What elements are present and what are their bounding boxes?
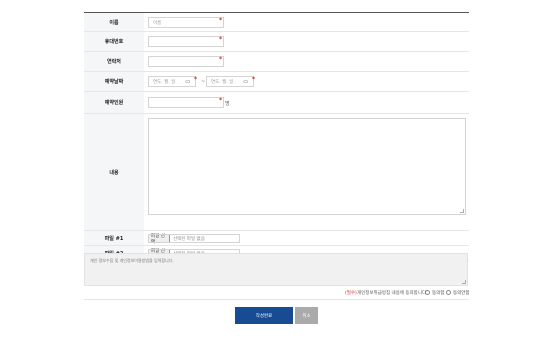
- required-mark: *: [219, 17, 223, 24]
- phone-input[interactable]: [148, 36, 224, 47]
- row-name: 이름 이름 *: [84, 13, 469, 32]
- calendar-icon[interactable]: ▭: [185, 79, 190, 85]
- privacy-policy-text: 개인 정보수집 및 개인정보이용방법을 입력합니다.: [90, 258, 174, 263]
- reservation-form: 이름 이름 * 휴대번호 * 연락처 * 예약날짜 연도. 월. 일. ▭ * …: [84, 12, 469, 261]
- required-mark: *: [219, 56, 223, 63]
- reserve-date-label: 예약날짜: [84, 72, 144, 91]
- cancel-button[interactable]: 취소: [295, 307, 318, 324]
- file1-input-frame[interactable]: [148, 234, 240, 243]
- row-reserve-date: 예약날짜 연도. 월. 일. ▭ * ~ 연도. 월. 일. ▭ *: [84, 72, 469, 92]
- resize-handle-icon[interactable]: [462, 280, 466, 284]
- people-unit: 명: [225, 101, 230, 107]
- required-mark: *: [219, 36, 223, 43]
- start-date-placeholder: 연도. 월. 일.: [153, 79, 177, 85]
- divider: [84, 299, 469, 300]
- consent-must: (필수): [345, 291, 357, 296]
- required-mark: *: [252, 76, 256, 83]
- content-label: 내용: [84, 114, 144, 230]
- name-input[interactable]: 이름: [148, 17, 224, 28]
- start-date-input[interactable]: 연도. 월. 일. ▭: [148, 76, 196, 87]
- content-textarea[interactable]: [148, 118, 466, 215]
- row-reserve-people: 예약인원 * 명: [84, 92, 469, 114]
- required-mark: *: [219, 97, 223, 104]
- row-contact: 연락처 *: [84, 52, 469, 72]
- end-date-input[interactable]: 연도. 월. 일. ▭: [206, 76, 254, 87]
- resize-handle-icon[interactable]: [460, 209, 464, 213]
- submit-button[interactable]: 작성완료: [235, 307, 293, 324]
- row-content: 내용: [84, 114, 469, 231]
- end-date-placeholder: 연도. 월. 일.: [211, 79, 235, 85]
- reserve-people-input[interactable]: [148, 97, 224, 108]
- date-separator: ~: [201, 79, 206, 85]
- disagree-radio[interactable]: [446, 290, 451, 295]
- calendar-icon[interactable]: ▭: [243, 79, 248, 85]
- phone-label: 휴대번호: [84, 32, 144, 51]
- reserve-people-label: 예약인원: [84, 92, 144, 113]
- consent-text: 개인정보취급방침 내용에 동의합니다.: [357, 291, 428, 296]
- agree-radio[interactable]: [425, 290, 430, 295]
- contact-input[interactable]: [148, 56, 224, 67]
- disagree-label[interactable]: 동의안함: [453, 290, 470, 296]
- file1-label: 파일 #1: [84, 231, 144, 245]
- privacy-policy-box[interactable]: 개인 정보수집 및 개인정보이용방법을 입력합니다.: [84, 253, 468, 286]
- row-file1: 파일 #1 파일 선택 선택된 파일 없음: [84, 231, 469, 246]
- contact-label: 연락처: [84, 52, 144, 71]
- name-label: 이름: [84, 13, 144, 31]
- required-mark: *: [194, 76, 198, 83]
- agree-label[interactable]: 동의함: [432, 290, 444, 296]
- row-phone: 휴대번호 *: [84, 32, 469, 52]
